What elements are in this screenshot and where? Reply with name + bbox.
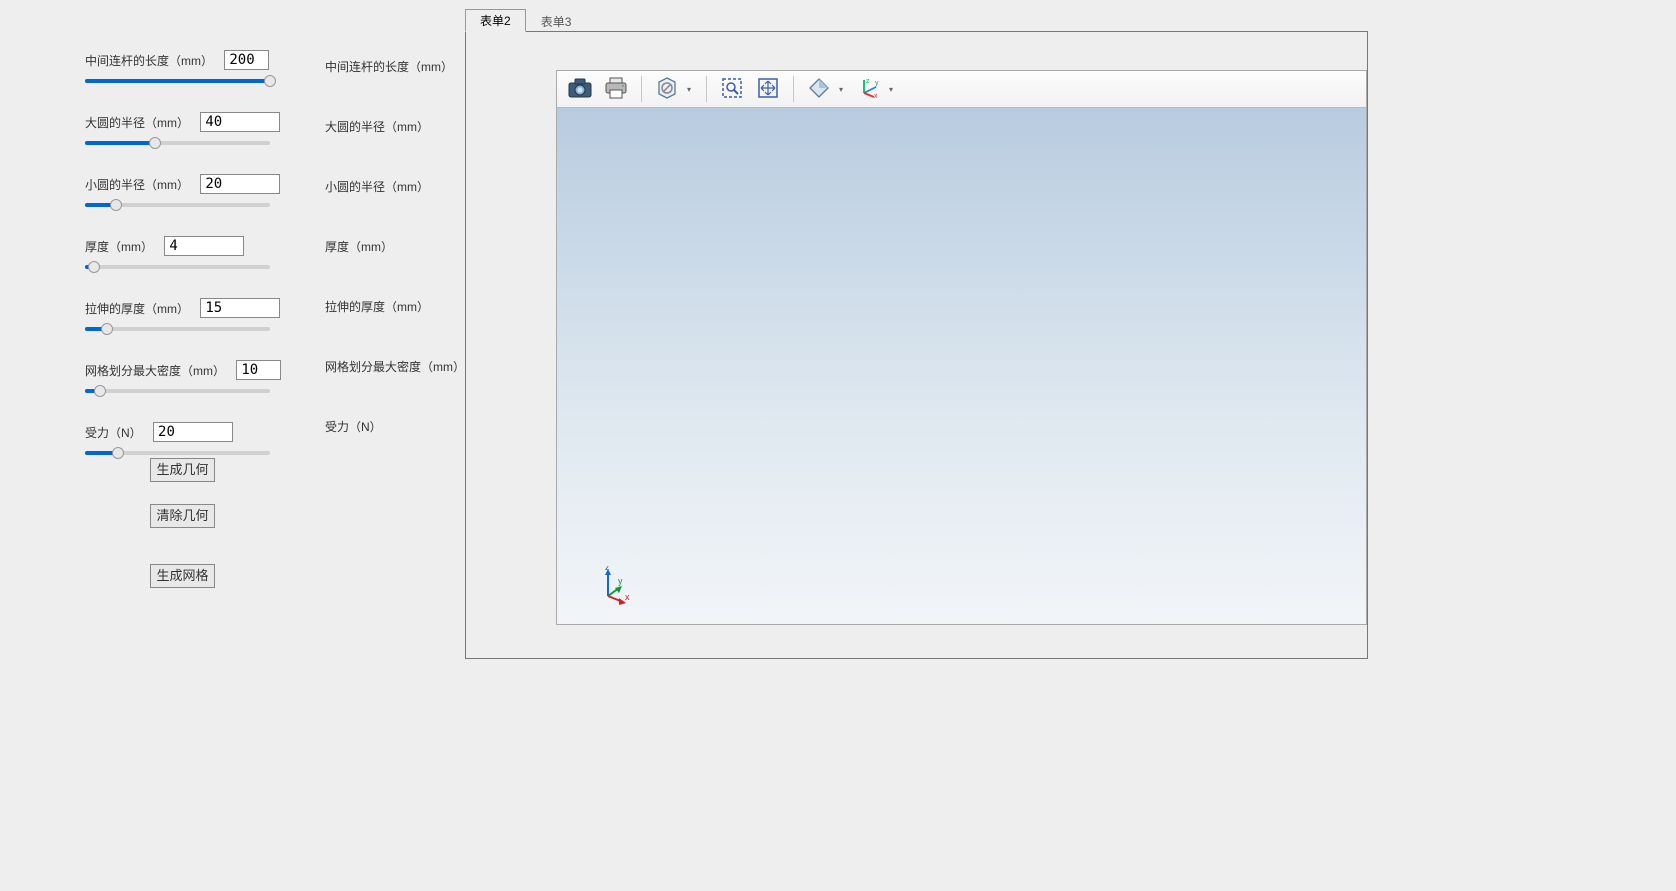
param-input-small-radius[interactable] bbox=[200, 174, 280, 194]
axis-gizmo: z y x bbox=[595, 566, 635, 606]
slider-big-radius[interactable] bbox=[85, 136, 270, 148]
tab-strip: 表单2 表单3 bbox=[465, 11, 1370, 31]
slider-thumb[interactable] bbox=[94, 385, 106, 397]
axis-icon: z y x bbox=[858, 77, 880, 102]
slider-thumb[interactable] bbox=[101, 323, 113, 335]
param-echo-column: 中间连杆的长度（mm） 大圆的半径（mm） 小圆的半径（mm） 厚度（mm） 拉… bbox=[325, 58, 465, 478]
diamond-icon bbox=[808, 77, 830, 102]
axis-orientation-button[interactable]: z y x bbox=[852, 74, 886, 104]
tab-panel: ▾ ▾ bbox=[465, 31, 1368, 659]
slider-thumb[interactable] bbox=[264, 75, 276, 87]
param-label: 网格划分最大密度（mm） bbox=[85, 362, 225, 379]
printer-icon bbox=[604, 77, 628, 102]
slider-extrude-thickness[interactable] bbox=[85, 322, 270, 334]
action-buttons: 生成几何 清除几何 生成网格 bbox=[150, 458, 215, 610]
transparency-button[interactable] bbox=[802, 74, 836, 104]
echo-label: 厚度（mm） bbox=[325, 238, 465, 252]
scene-light-button[interactable] bbox=[650, 74, 684, 104]
tab-form2[interactable]: 表单2 bbox=[465, 9, 526, 32]
toolbar-separator bbox=[641, 76, 642, 102]
dropdown-arrow-icon[interactable]: ▾ bbox=[836, 85, 846, 94]
axis-x-label: x bbox=[625, 592, 630, 602]
param-input-thickness[interactable] bbox=[164, 236, 244, 256]
tab-form3[interactable]: 表单3 bbox=[526, 10, 587, 32]
generate-mesh-button[interactable]: 生成网格 bbox=[150, 564, 215, 588]
toolbar-separator bbox=[793, 76, 794, 102]
screenshot-button[interactable] bbox=[563, 74, 597, 104]
slider-mesh-density[interactable] bbox=[85, 384, 270, 396]
slider-thumb[interactable] bbox=[112, 447, 124, 459]
echo-label: 大圆的半径（mm） bbox=[325, 118, 465, 132]
slider-thumb[interactable] bbox=[88, 261, 100, 273]
param-label: 大圆的半径（mm） bbox=[85, 114, 189, 131]
slider-thumb[interactable] bbox=[110, 199, 122, 211]
echo-label: 小圆的半径（mm） bbox=[325, 178, 465, 192]
dropdown-arrow-icon[interactable]: ▾ bbox=[684, 85, 694, 94]
param-input-big-radius[interactable] bbox=[200, 112, 280, 132]
dropdown-arrow-icon[interactable]: ▾ bbox=[886, 85, 896, 94]
param-input-rod-length[interactable] bbox=[224, 50, 269, 70]
slider-thickness[interactable] bbox=[85, 260, 270, 272]
param-input-mesh-density[interactable] bbox=[236, 360, 281, 380]
zoom-box-button[interactable] bbox=[715, 74, 749, 104]
echo-label: 拉伸的厚度（mm） bbox=[325, 298, 465, 312]
param-input-force[interactable] bbox=[153, 422, 233, 442]
viewport-canvas[interactable]: z y x bbox=[557, 108, 1366, 624]
print-button[interactable] bbox=[599, 74, 633, 104]
param-input-extrude-thickness[interactable] bbox=[200, 298, 280, 318]
toolbar-separator bbox=[706, 76, 707, 102]
slider-rod-length[interactable] bbox=[85, 74, 270, 86]
graphics-viewer: ▾ ▾ bbox=[556, 70, 1367, 625]
camera-icon bbox=[568, 78, 592, 101]
zoom-selection-icon bbox=[721, 77, 743, 102]
svg-text:y: y bbox=[875, 80, 879, 87]
echo-label: 中间连杆的长度（mm） bbox=[325, 58, 465, 72]
fit-view-icon bbox=[757, 77, 779, 102]
tabs-area: 表单2 表单3 bbox=[465, 11, 1370, 659]
viewer-toolbar: ▾ ▾ bbox=[557, 71, 1366, 108]
axis-y-label: y bbox=[618, 576, 623, 586]
generate-geometry-button[interactable]: 生成几何 bbox=[150, 458, 215, 482]
param-label: 小圆的半径（mm） bbox=[85, 176, 189, 193]
axis-z-label: z bbox=[605, 566, 610, 572]
param-label: 拉伸的厚度（mm） bbox=[85, 300, 189, 317]
echo-label: 受力（N） bbox=[325, 418, 465, 432]
slider-thumb[interactable] bbox=[149, 137, 161, 149]
zoom-extents-button[interactable] bbox=[751, 74, 785, 104]
param-label: 中间连杆的长度（mm） bbox=[85, 52, 213, 69]
param-label: 厚度（mm） bbox=[85, 238, 153, 255]
param-label: 受力（N） bbox=[85, 424, 142, 441]
svg-text:z: z bbox=[866, 78, 870, 85]
no-symbol-icon bbox=[656, 77, 678, 102]
clear-geometry-button[interactable]: 清除几何 bbox=[150, 504, 215, 528]
slider-force[interactable] bbox=[85, 446, 270, 458]
slider-small-radius[interactable] bbox=[85, 198, 270, 210]
echo-label: 网格划分最大密度（mm） bbox=[325, 358, 465, 372]
svg-text:x: x bbox=[874, 93, 878, 99]
